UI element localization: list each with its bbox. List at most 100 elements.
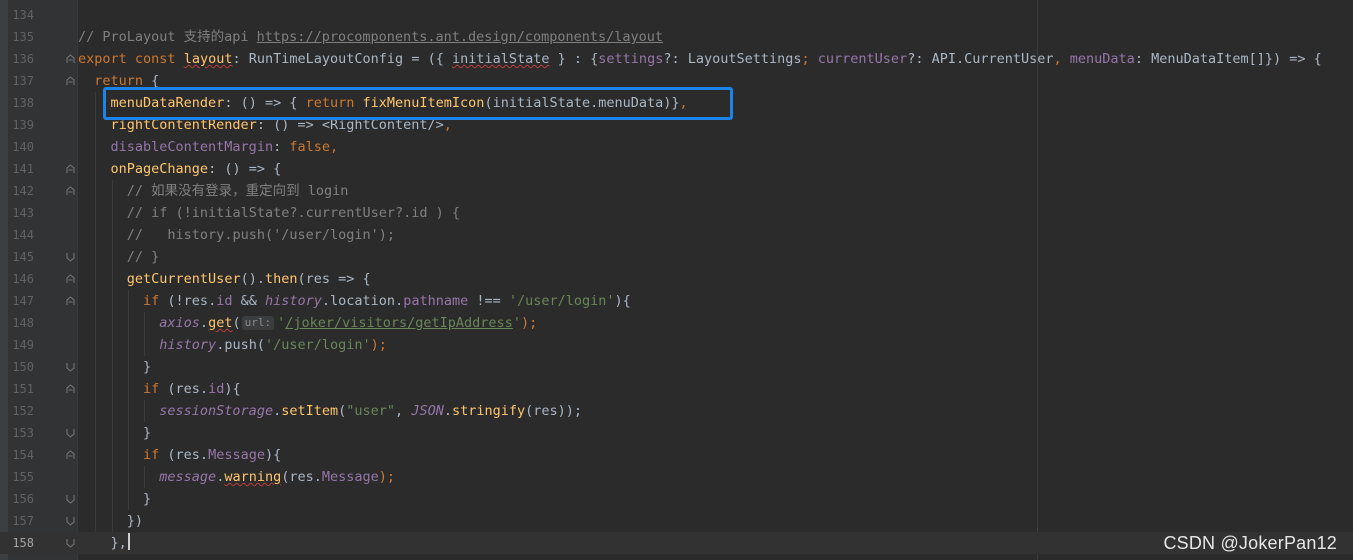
comment: // if (!initialState?.currentUser?.id ) … [126, 205, 461, 221]
punctuation: ); [520, 315, 538, 331]
code-line[interactable]: 145 // } [0, 246, 1353, 268]
code-line[interactable]: 136 export const layout: RunTimeLayoutCo… [0, 48, 1353, 70]
punctuation: } : { [549, 51, 599, 67]
punctuation: , [1053, 51, 1062, 67]
code-line[interactable]: 149 history.push('/user/login'); [0, 334, 1353, 356]
punctuation: . [273, 403, 282, 419]
punctuation: (res. [281, 469, 322, 485]
code-text: disableContentMargin: false, [78, 136, 339, 158]
code-line[interactable]: 144 // history.push('/user/login'); [0, 224, 1353, 246]
code-text: } [78, 356, 151, 378]
code-line[interactable]: 147 if (!res.id && history.location.path… [0, 290, 1353, 312]
fold-minus-icon[interactable] [66, 384, 75, 394]
comment: // 如果没有登录，重定向到 login [126, 183, 349, 199]
code-line[interactable]: 153 } [0, 422, 1353, 444]
line-number: 156 [12, 492, 34, 506]
global-identifier: history [159, 337, 217, 353]
function-call: setItem [281, 403, 339, 419]
string: ' [512, 315, 521, 331]
code-line[interactable]: 155 message.warning(res.Message); [0, 466, 1353, 488]
punctuation: (res. [159, 447, 209, 463]
line-number: 147 [12, 294, 34, 308]
code-text: if (res.Message){ [78, 444, 281, 466]
keyword: if [143, 447, 160, 463]
line-number: 146 [12, 272, 34, 286]
code-line[interactable]: 150 } [0, 356, 1353, 378]
punctuation: ); [378, 469, 396, 485]
code-line[interactable]: 143 // if (!initialState?.currentUser?.i… [0, 202, 1353, 224]
punctuation: } [143, 491, 152, 507]
punctuation: . [395, 293, 404, 309]
string: '/user/login' [508, 293, 615, 309]
code-line[interactable]: 135 // ProLayout 支持的api https://procompo… [0, 26, 1353, 48]
code-line[interactable]: 151 if (res.id){ [0, 378, 1353, 400]
code-text: message.warning(res.Message); [78, 466, 395, 488]
fold-end-icon[interactable] [66, 428, 75, 438]
code-line[interactable]: 140 disableContentMargin: false, [0, 136, 1353, 158]
punctuation: ){ [224, 381, 241, 397]
code-line[interactable]: 148 axios.get(url: '/joker/visitors/getIp… [0, 312, 1353, 334]
fold-minus-icon[interactable] [66, 274, 75, 284]
string: '/user/login' [264, 337, 371, 353]
line-number: 155 [12, 470, 34, 484]
property: Message [208, 447, 265, 463]
property: disableContentMargin [110, 139, 274, 155]
fold-minus-icon[interactable] [66, 450, 75, 460]
code-line[interactable]: 142 // 如果没有登录，重定向到 login [0, 180, 1353, 202]
code-line-current[interactable]: 158 }, [0, 532, 1353, 554]
line-number: 154 [12, 448, 34, 462]
text-caret [127, 533, 130, 550]
fold-end-icon[interactable] [66, 516, 75, 526]
parameter-hint: url: [241, 316, 275, 330]
punctuation: }, [110, 535, 127, 551]
code-text: } [78, 422, 151, 444]
property: id [208, 381, 225, 397]
code-line[interactable]: 154 if (res.Message){ [0, 444, 1353, 466]
code-line[interactable]: 141 onPageChange: () => { [0, 158, 1353, 180]
fold-end-icon[interactable] [66, 538, 75, 548]
code-text: onPageChange: () => { [78, 158, 282, 180]
fold-minus-icon[interactable] [66, 54, 75, 64]
line-number: 153 [12, 426, 34, 440]
fold-end-icon[interactable] [66, 252, 75, 262]
function-call: get [208, 315, 233, 331]
string: "user" [346, 403, 396, 419]
url-string[interactable]: /joker/visitors/getIpAddress [285, 315, 513, 331]
operator: && [232, 293, 265, 309]
code-text: export const layout: RunTimeLayoutConfig… [78, 51, 1322, 67]
doc-link[interactable]: https://procomponents.ant.design/compone… [257, 29, 663, 45]
punctuation: ( [232, 315, 241, 331]
punctuation: (). [240, 271, 265, 287]
line-number: 145 [12, 250, 34, 264]
code-line[interactable]: 157 }) [0, 510, 1353, 532]
global-identifier: JSON [411, 403, 444, 419]
code-line[interactable]: 146 getCurrentUser().then(res => { [0, 268, 1353, 290]
function-call: warning [224, 469, 282, 485]
fold-end-icon[interactable] [66, 494, 75, 504]
property: onPageChange [110, 161, 209, 177]
line-number: 157 [12, 514, 34, 528]
line-number: 135 [12, 30, 34, 44]
fold-minus-icon[interactable] [66, 164, 75, 174]
punctuation: ){ [614, 293, 631, 309]
code-line[interactable]: 156 } [0, 488, 1353, 510]
line-number: 137 [12, 74, 34, 88]
line-number: 158 [12, 536, 34, 550]
fold-minus-icon[interactable] [66, 296, 75, 306]
fold-minus-icon[interactable] [66, 76, 75, 86]
code-line[interactable]: 134 [0, 4, 1353, 26]
code-text: // history.push('/user/login'); [78, 224, 395, 246]
fold-minus-icon[interactable] [66, 186, 75, 196]
line-number: 150 [12, 360, 34, 374]
identifier: layout [183, 51, 233, 67]
fold-end-icon[interactable] [66, 362, 75, 372]
type-annotation: : MenuDataItem[]}) => { [1134, 51, 1322, 67]
line-number: 136 [12, 52, 34, 66]
code-line[interactable]: 152 sessionStorage.setItem("user", JSON.… [0, 400, 1353, 422]
line-number: 143 [12, 206, 34, 220]
punctuation: ){ [264, 447, 282, 463]
type-name: RunTimeLayoutConfig [248, 51, 404, 67]
code-text: // ProLayout 支持的api https://procomponent… [78, 26, 663, 48]
punctuation: }) [126, 513, 144, 529]
code-text: // } [78, 246, 160, 268]
